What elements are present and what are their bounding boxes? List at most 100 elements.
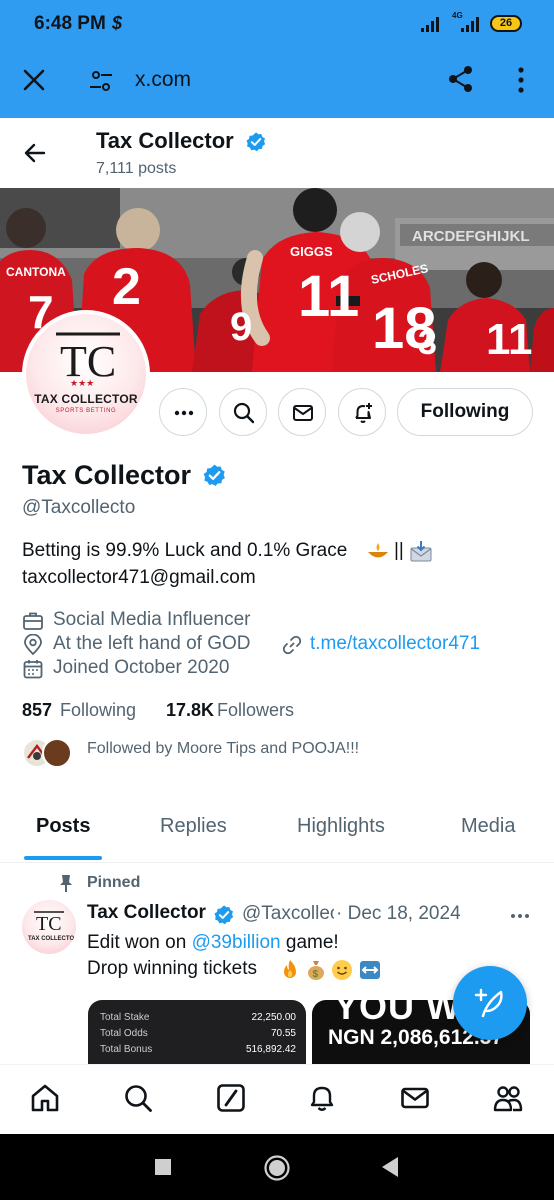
carrier-icon: $ (112, 13, 123, 33)
profile-joined: Joined October 2020 (53, 657, 230, 678)
post-mention-link[interactable]: @39billion (192, 932, 281, 953)
smile-emoji-icon (332, 960, 352, 980)
profile-link[interactable]: t.me/taxcollector471 (310, 633, 480, 655)
post-avatar[interactable]: TC TAX COLLECTOR (22, 900, 76, 954)
close-icon[interactable] (20, 66, 48, 94)
post-author-handle[interactable]: @Taxcollecto (242, 903, 334, 925)
post-more-icon[interactable] (508, 906, 532, 926)
profile-category: Social Media Influencer (53, 609, 251, 630)
banner-number-2: 2 (112, 258, 141, 316)
slip-value: 70.55 (270, 1028, 296, 1039)
more-horizontal-icon (174, 410, 194, 416)
share-icon[interactable] (446, 64, 476, 94)
incoming-envelope-icon (410, 541, 432, 562)
post-avatar-initials: TC (36, 913, 62, 935)
pin-icon (60, 875, 72, 892)
post-avatar-logo: TC TAX COLLECTOR (28, 911, 76, 942)
pinned-label: Pinned (87, 874, 141, 891)
post-text-line2: Drop winning tickets (87, 958, 258, 979)
post-image-bet-slip[interactable]: Total Stake 22,250.00 Total Odds 70.55 T… (88, 1000, 306, 1064)
mail-icon (293, 405, 313, 421)
banner-number-7: 11 (486, 315, 533, 364)
slip-label: Total Odds (100, 1028, 148, 1039)
post-text-before: Edit won on (87, 932, 192, 953)
grok-icon[interactable] (215, 1082, 247, 1114)
bio-text: Betting is 99.9% Luck and 0.1% Grace (22, 540, 348, 561)
money-bag-emoji-icon: $ (308, 961, 324, 980)
avatar-logo: TC ★★★ (56, 332, 120, 389)
more-button[interactable] (159, 388, 207, 436)
communities-icon[interactable] (492, 1082, 524, 1114)
slip-row-bonus: Total Bonus 516,892.42 (100, 1044, 296, 1055)
avatar-title: TAX COLLECTOR (34, 392, 138, 406)
bio-email: taxcollector471@gmail.com (22, 567, 256, 588)
post-date[interactable]: · Dec 18, 2024 (336, 903, 461, 925)
header-post-count: 7,111 posts (96, 160, 177, 177)
home-icon[interactable] (29, 1082, 61, 1114)
system-nav-bar (0, 1134, 554, 1200)
explore-search-icon[interactable] (122, 1082, 154, 1114)
banner-jersey-name-1: CANTONA (6, 265, 66, 279)
svg-text:$: $ (313, 969, 319, 980)
banner-board-text: ARCDEFGHIJKL (412, 228, 530, 245)
banner-jersey-name-2: GIGGS (290, 244, 333, 259)
tab-replies[interactable]: Replies (160, 815, 227, 838)
profile-name: Tax Collector (22, 460, 192, 490)
header-name: Tax Collector (96, 128, 234, 153)
following-button[interactable]: Following (397, 388, 533, 436)
slip-row-stake: Total Stake 22,250.00 (100, 1012, 296, 1023)
back-arrow-icon[interactable] (22, 140, 48, 166)
signal-icon-2 (461, 17, 479, 32)
tab-media[interactable]: Media (461, 815, 515, 838)
tab-highlights[interactable]: Highlights (297, 815, 385, 838)
fire-emoji-icon (284, 960, 296, 978)
post-author-name[interactable]: Tax Collector (87, 902, 211, 924)
link-icon (282, 635, 302, 655)
followers-label[interactable]: Followers (217, 700, 294, 721)
verified-badge-icon (214, 905, 234, 925)
diya-lamp-icon (368, 543, 388, 558)
status-bar: 6:48 PM $ 4G 26 (0, 0, 554, 46)
bottom-nav (0, 1064, 554, 1134)
post-text-line1: Edit won on @39billion game! (87, 932, 339, 954)
messages-mail-icon[interactable] (399, 1082, 431, 1114)
tune-icon[interactable] (88, 68, 114, 94)
back-triangle-icon[interactable] (380, 1156, 400, 1178)
search-profile-button[interactable] (219, 388, 267, 436)
verified-badge-icon (203, 464, 225, 487)
promo-title: YOU W (334, 1000, 461, 1027)
home-circle-icon[interactable] (263, 1154, 291, 1182)
search-icon (233, 402, 255, 424)
more-vertical-icon[interactable] (510, 64, 532, 96)
browser-bar: x.com (0, 46, 554, 118)
briefcase-icon (23, 612, 43, 630)
following-count[interactable]: 857 (22, 700, 52, 721)
avatar-subtitle: SPORTS BETTING (55, 408, 117, 414)
message-button[interactable] (278, 388, 326, 436)
post-avatar-title: TAX COLLECTOR (28, 936, 76, 942)
tab-posts[interactable]: Posts (36, 815, 90, 838)
slip-row-odds: Total Odds 70.55 (100, 1028, 296, 1039)
notifications-bell-icon[interactable] (306, 1082, 338, 1114)
url-field[interactable]: x.com (135, 68, 191, 92)
tab-divider (0, 862, 554, 863)
signal-icon (421, 17, 439, 32)
status-time: 6:48 PM (34, 13, 106, 34)
profile-avatar[interactable]: TC ★★★ TAX COLLECTOR SPORTS BETTING (22, 310, 150, 438)
followers-count[interactable]: 17.8K (166, 700, 214, 721)
banner-number-3: 9 (230, 305, 252, 349)
bell-plus-icon (355, 403, 372, 423)
recents-square-icon[interactable] (154, 1158, 172, 1176)
left-right-arrow-emoji-icon (360, 961, 380, 979)
following-label[interactable]: Following (60, 700, 136, 721)
slip-label: Total Bonus (100, 1044, 153, 1055)
bio-separator: || (394, 540, 404, 561)
slip-value: 516,892.42 (245, 1044, 296, 1055)
slip-label: Total Stake (100, 1012, 150, 1023)
battery-icon: 26 (490, 15, 522, 32)
follower-avatar-2[interactable] (42, 738, 72, 768)
followed-by-text[interactable]: Followed by Moore Tips and POOJA!!! (87, 740, 359, 758)
notifications-button[interactable] (338, 388, 386, 436)
compose-post-button[interactable] (453, 966, 527, 1040)
banner-number-4: 11 (298, 264, 359, 329)
